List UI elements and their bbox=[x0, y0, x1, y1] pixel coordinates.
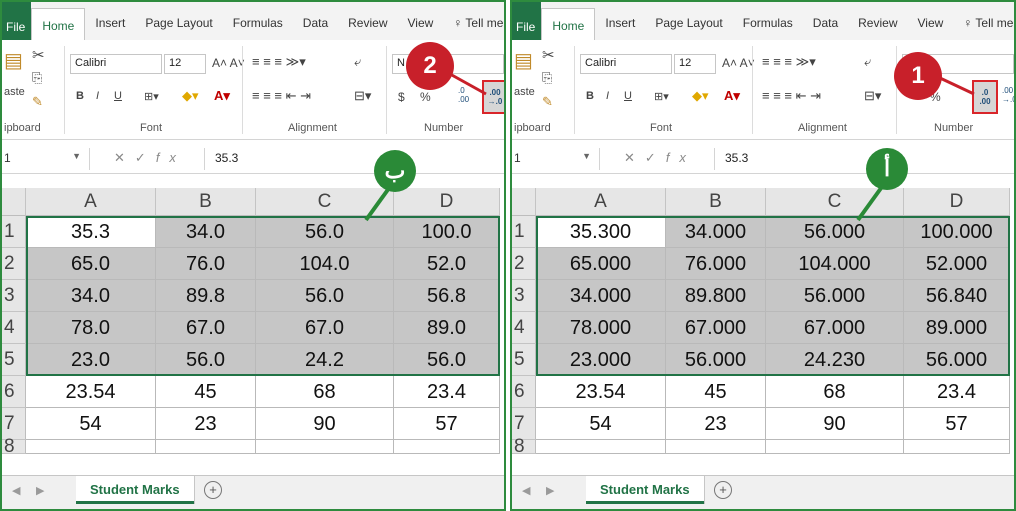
step-callout-1: 1 bbox=[894, 52, 942, 100]
excel-window-right: File Home Insert Page Layout Formulas Da… bbox=[510, 0, 1016, 511]
callout-ba: ب bbox=[374, 150, 416, 192]
callout-alef: أ bbox=[866, 148, 908, 190]
red-pointer-line bbox=[449, 72, 487, 96]
red-pointer-line bbox=[939, 76, 975, 96]
green-pointer-line bbox=[856, 182, 886, 222]
excel-window-left: File Home Insert Page Layout Formulas Da… bbox=[0, 0, 506, 511]
step-callout-2: 2 bbox=[406, 42, 454, 90]
